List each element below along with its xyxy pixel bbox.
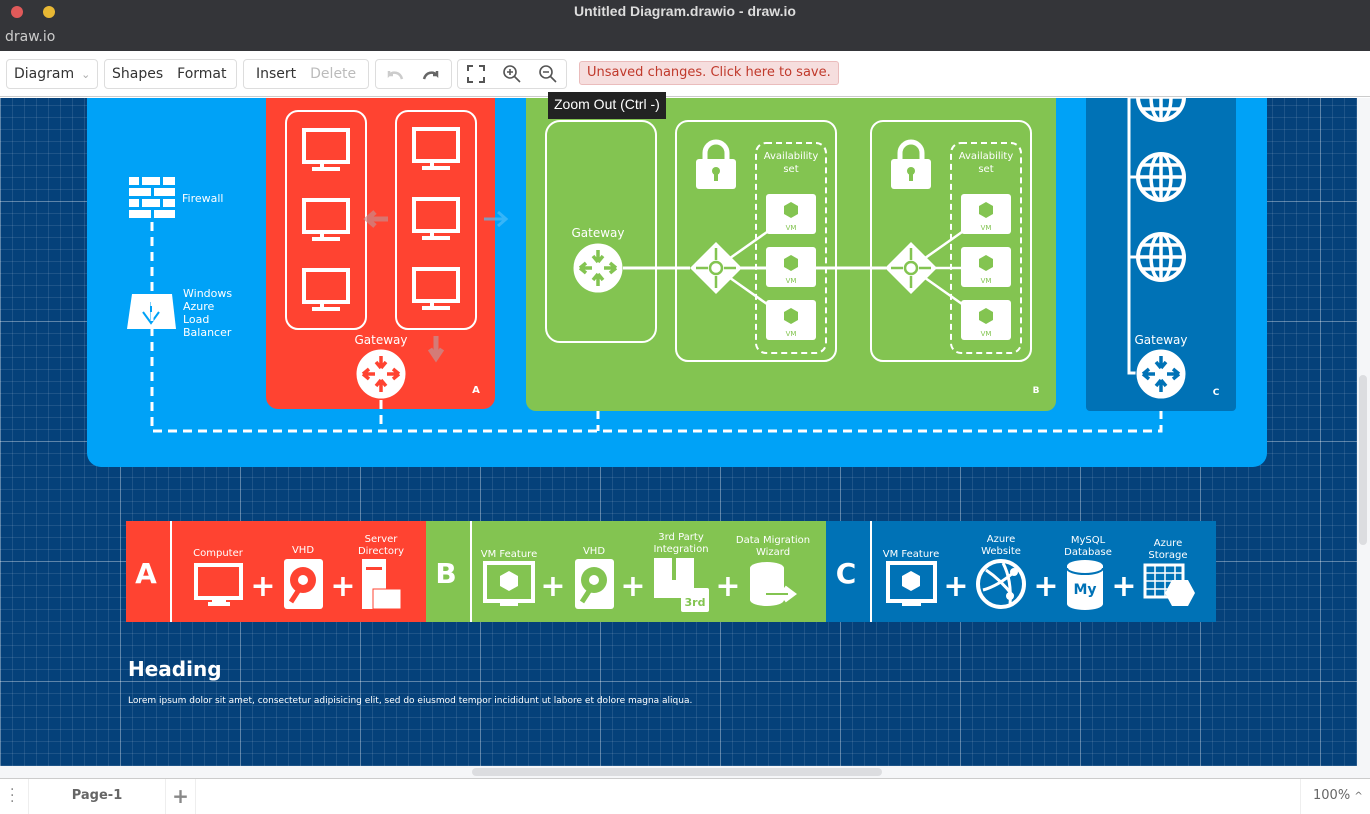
legend-b-letter: B [435,557,456,590]
vhd-icon [575,559,614,609]
chevron-down-icon: ⌄ [81,67,91,81]
svg-text:+: + [250,569,275,604]
redo-icon[interactable] [421,66,443,82]
title-bar: Untitled Diagram.drawio - draw.io [0,0,1370,25]
zoom-out-tooltip: Zoom Out (Ctrl -) [548,92,666,119]
page-tab[interactable]: Page-1 [28,779,166,814]
legend-3rd-party-label: 3rd Party Integration [653,532,708,555]
svg-text:+: + [715,569,740,604]
panel-b-label: B [1033,386,1040,396]
diagram-label: Diagram [14,66,75,82]
mysql-database-icon: My [1066,560,1104,610]
legend-a-letter: A [135,557,157,590]
zoom-level: 100% [1313,788,1351,803]
gateway-c-label: Gateway [1134,333,1187,347]
legend-vhd-label: VHD [583,546,605,557]
router-icon [571,241,625,295]
pages-menu-icon[interactable]: · · · [10,783,14,809]
firewall-label: Firewall [182,192,223,205]
gateway-a-label: Gateway [354,333,407,347]
svg-text:+: + [330,569,355,604]
delete-button[interactable]: Delete [303,66,363,82]
chevron-up-icon: ^ [1354,791,1363,802]
svg-text:+: + [620,569,645,604]
undo-icon[interactable] [384,66,406,82]
shapes-button[interactable]: Shapes [105,66,170,82]
diagram-menu-button[interactable]: Diagram ⌄ [6,59,98,89]
diagram: VM Gateway A Firewall WindowsAzureLoadBa… [87,98,1267,706]
svg-text:+: + [943,569,968,604]
legend-vhd-label: VHD [292,545,314,556]
legend-server-directory-label: Server Directory [358,534,404,557]
legend-azure-storage-label: Azure Storage [1148,538,1187,561]
svg-text:+: + [1033,569,1058,604]
unsaved-changes-banner[interactable]: Unsaved changes. Click here to save. [579,61,839,85]
svg-text:+: + [1111,569,1136,604]
legend-computer-label: Computer [193,548,244,559]
panel-b[interactable]: Gateway Availability set Availability set … [526,98,1056,411]
vertical-scroll-thumb[interactable] [1359,375,1367,545]
legend-vm-feature-label: VM Feature [481,549,537,560]
window-title: Untitled Diagram.drawio - draw.io [574,3,796,19]
fit-page-icon[interactable] [466,64,486,84]
panel-a[interactable]: Gateway A [266,98,509,409]
gateway-b-label: Gateway [571,226,624,240]
heading-text[interactable]: Heading [128,657,222,681]
legend[interactable]: A B C Computer VHD Server Directory VM Fe… [126,521,1216,622]
page-bar: · · · Page-1 + 100% ^ [0,778,1370,814]
legend-mysql-label: MySQL Database [1064,535,1112,558]
svg-text:3rd: 3rd [685,596,706,609]
legend-azure-website-label: Azure Website [981,534,1021,557]
app-menu[interactable]: draw.io [0,25,1370,51]
zoom-level-button[interactable]: 100% ^ [1300,779,1370,814]
body-text[interactable]: Lorem ipsum dolor sit amet, consectetur … [128,696,692,706]
router-icon [1134,347,1188,401]
add-page-button[interactable]: + [166,779,196,814]
legend-vm-feature-label: VM Feature [883,549,939,560]
svg-text:+: + [540,569,565,604]
horizontal-scroll-thumb[interactable] [472,768,882,776]
panel-c-label: C [1213,388,1220,398]
svg-text:My: My [1073,582,1096,598]
router-icon [354,347,408,401]
format-button[interactable]: Format [170,66,233,82]
panel-c[interactable]: Gateway C [1086,98,1236,411]
insert-button[interactable]: Insert [244,66,303,82]
zoom-in-icon[interactable] [502,64,522,84]
vhd-icon [284,559,323,609]
panel-a-label: A [472,385,480,396]
zoom-out-icon[interactable] [538,64,558,84]
legend-c-letter: C [836,557,857,590]
diagram-canvas[interactable]: VM Gateway A Firewall WindowsAzureLoadBa… [0,98,1357,766]
